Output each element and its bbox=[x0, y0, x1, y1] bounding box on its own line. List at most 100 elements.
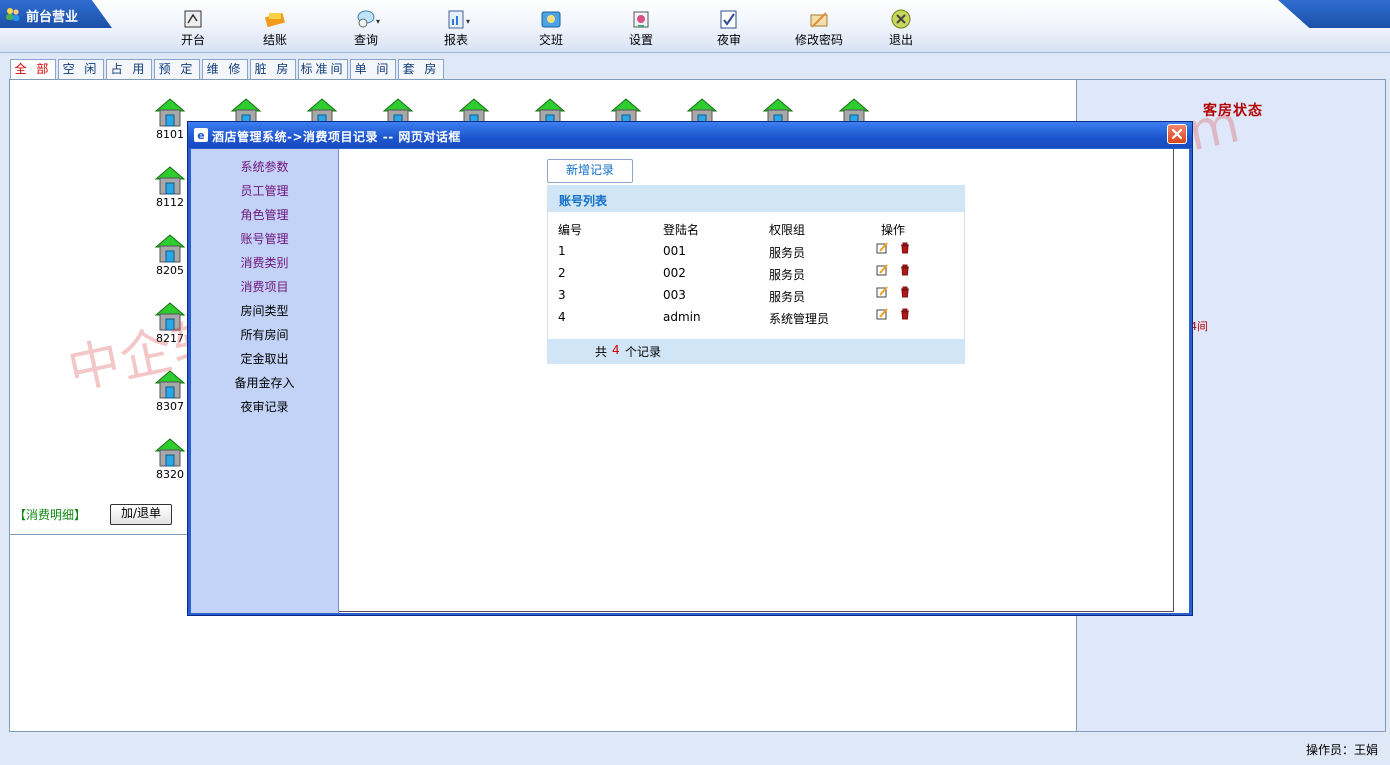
shift-handover-button[interactable]: 交班 bbox=[516, 9, 586, 49]
filter-tab[interactable]: 标准间 bbox=[298, 59, 348, 79]
night-audit-button[interactable]: 夜审 bbox=[694, 9, 764, 49]
table-cell: 3 bbox=[558, 288, 566, 302]
table-header: 权限组 bbox=[769, 223, 806, 237]
dialog-titlebar[interactable]: e 酒店管理系统->消费项目记录 -- 网页对话框 bbox=[188, 122, 1192, 148]
open-table-button[interactable]: 开台 bbox=[158, 9, 228, 49]
house-icon bbox=[154, 234, 186, 263]
filter-tab[interactable]: 脏 房 bbox=[250, 59, 296, 79]
nav-item[interactable]: 房间类型 bbox=[191, 302, 338, 319]
footer-suffix: 个记录 bbox=[625, 345, 662, 359]
room-tile[interactable]: 8307 bbox=[150, 368, 190, 413]
nav-item[interactable]: 消费项目 bbox=[191, 278, 338, 295]
toolbar-button-label: 设置 bbox=[628, 33, 653, 47]
account-list-panel: 账号列表 编号 登陆名 权限组 操作 1 001 服务员 2 002 服务员 3 003 服务员 4 adm… bbox=[547, 185, 965, 364]
status-bar: 操作员：王娟 bbox=[0, 733, 1390, 765]
toolbar-button-label: 夜审 bbox=[716, 33, 741, 47]
toolbar-button-label: 交班 bbox=[538, 33, 563, 47]
room-number: 8205 bbox=[156, 264, 184, 277]
account-list-title: 账号列表 bbox=[548, 186, 964, 212]
row-actions bbox=[876, 264, 916, 278]
room-number: 8307 bbox=[156, 400, 184, 413]
filter-tab[interactable]: 维 修 bbox=[202, 59, 248, 79]
house-icon bbox=[154, 98, 186, 127]
checkout-button[interactable]: 结账 bbox=[240, 9, 310, 49]
nav-item[interactable]: 夜审记录 bbox=[191, 398, 338, 415]
room-tile[interactable]: 8320 bbox=[150, 436, 190, 481]
room-tile[interactable]: 8205 bbox=[150, 232, 190, 277]
room-status-title: 客房状态 bbox=[1203, 103, 1263, 119]
room-number: 8320 bbox=[156, 468, 184, 481]
delete-icon[interactable] bbox=[899, 264, 911, 276]
close-button[interactable] bbox=[1167, 124, 1187, 144]
change-password-icon bbox=[810, 12, 828, 28]
account-list-footer: 共 4 个记录 bbox=[548, 339, 964, 363]
toolbar-button-label: 开台 bbox=[180, 33, 205, 47]
filter-tab[interactable]: 单 间 bbox=[350, 59, 396, 79]
table-cell: 1 bbox=[558, 244, 566, 258]
toolbar-button-label: 退出 bbox=[888, 33, 913, 47]
toolbar-button-label: 结账 bbox=[262, 33, 287, 47]
room-number: 8112 bbox=[156, 196, 184, 209]
house-icon bbox=[154, 166, 186, 195]
svg-text:e: e bbox=[197, 129, 204, 142]
table-cell: 系统管理员 bbox=[769, 312, 830, 326]
delete-icon[interactable] bbox=[899, 286, 911, 298]
table-cell: 4 bbox=[558, 310, 566, 324]
exit-icon bbox=[891, 9, 911, 29]
nav-item[interactable]: 备用金存入 bbox=[191, 374, 338, 391]
settings-icon bbox=[633, 11, 649, 28]
report-button[interactable]: ▾ 报表 bbox=[421, 9, 491, 49]
dialog-content: 新增记录 账号列表 编号 登陆名 权限组 操作 1 001 服务员 2 002 服务员 3 003 服务… bbox=[339, 149, 1174, 612]
edit-icon[interactable] bbox=[876, 264, 888, 276]
nav-item[interactable]: 所有房间 bbox=[191, 326, 338, 343]
house-icon bbox=[154, 370, 186, 399]
new-record-button[interactable]: 新增记录 bbox=[547, 159, 633, 183]
delete-icon[interactable] bbox=[899, 242, 911, 254]
dropdown-caret-icon: ▾ bbox=[466, 17, 471, 26]
toolbar-button-label: 报表 bbox=[443, 33, 468, 47]
table-header: 操作 bbox=[881, 223, 906, 237]
checkout-icon bbox=[265, 12, 285, 28]
dropdown-caret-icon: ▾ bbox=[376, 17, 381, 26]
filter-tab[interactable]: 全 部 bbox=[10, 59, 56, 79]
room-tile[interactable]: 8101 bbox=[150, 96, 190, 141]
room-tile[interactable]: 8217 bbox=[150, 300, 190, 345]
change-password-button[interactable]: 修改密码 bbox=[784, 9, 854, 49]
report-icon bbox=[448, 10, 464, 29]
table-header: 编号 bbox=[558, 223, 583, 237]
dialog-scroll-area[interactable] bbox=[1174, 149, 1189, 613]
nav-item[interactable]: 员工管理 bbox=[191, 182, 338, 199]
table-cell: 服务员 bbox=[769, 246, 806, 260]
toolbar-button-label: 查询 bbox=[353, 33, 378, 47]
house-icon bbox=[154, 302, 186, 331]
nav-item[interactable]: 消费类别 bbox=[191, 254, 338, 271]
settings-button[interactable]: 设置 bbox=[606, 9, 676, 49]
nav-item[interactable]: 定金取出 bbox=[191, 350, 338, 367]
consume-item-dialog: e 酒店管理系统->消费项目记录 -- 网页对话框 系统参数 员工管理 角色管理 账号… bbox=[187, 121, 1193, 616]
nav-item[interactable]: 账号管理 bbox=[191, 230, 338, 247]
exit-button[interactable]: 退出 bbox=[866, 9, 936, 49]
delete-icon[interactable] bbox=[899, 308, 911, 320]
user-group-icon bbox=[6, 8, 20, 21]
filter-tab[interactable]: 空 闲 bbox=[58, 59, 104, 79]
edit-icon[interactable] bbox=[876, 308, 888, 320]
consume-detail-label: 【消费明细】 bbox=[14, 508, 87, 522]
edit-icon[interactable] bbox=[876, 286, 888, 298]
room-number: 8217 bbox=[156, 332, 184, 345]
nav-item[interactable]: 角色管理 bbox=[191, 206, 338, 223]
table-header: 登陆名 bbox=[663, 223, 700, 237]
query-button[interactable]: ▾ 查询 bbox=[331, 9, 401, 49]
shift-handover-icon bbox=[541, 11, 561, 28]
edit-icon[interactable] bbox=[876, 242, 888, 254]
filter-tab[interactable]: 套 房 bbox=[398, 59, 444, 79]
filter-tab[interactable]: 占 用 bbox=[106, 59, 152, 79]
room-tile[interactable]: 8112 bbox=[150, 164, 190, 209]
night-audit-icon bbox=[720, 10, 737, 29]
row-actions bbox=[876, 242, 916, 256]
nav-item[interactable]: 系统参数 bbox=[191, 158, 338, 175]
add-remove-order-button[interactable]: 加/退单 bbox=[110, 504, 172, 525]
record-count: 4 bbox=[612, 343, 620, 357]
room-number: 8101 bbox=[156, 128, 184, 141]
filter-tab[interactable]: 预 定 bbox=[154, 59, 200, 79]
title-decoration bbox=[1278, 0, 1390, 28]
